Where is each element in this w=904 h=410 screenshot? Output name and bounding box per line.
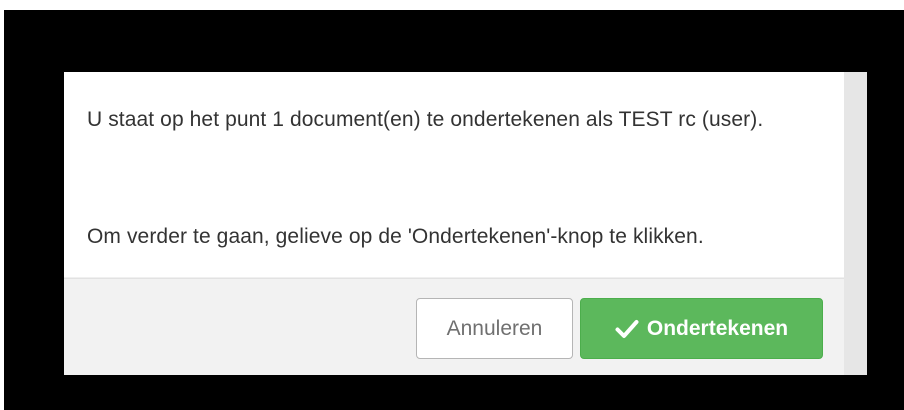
sign-confirmation-dialog: U staat op het punt 1 document(en) te on…	[64, 72, 867, 375]
check-icon	[615, 318, 639, 340]
confirmation-message: U staat op het punt 1 document(en) te on…	[87, 108, 764, 131]
instruction-message: Om verder te gaan, gelieve op de 'Ondert…	[87, 225, 704, 248]
cancel-button-label: Annuleren	[446, 316, 543, 340]
dialog-footer: Annuleren Ondertekenen	[64, 278, 844, 375]
dialog-body: U staat op het punt 1 document(en) te on…	[64, 72, 844, 277]
screenshot-frame: U staat op het punt 1 document(en) te on…	[4, 10, 904, 410]
cancel-button[interactable]: Annuleren	[416, 298, 573, 359]
sign-button[interactable]: Ondertekenen	[580, 298, 823, 359]
dialog-scrollbar[interactable]	[844, 72, 867, 375]
sign-button-label: Ondertekenen	[646, 316, 789, 340]
